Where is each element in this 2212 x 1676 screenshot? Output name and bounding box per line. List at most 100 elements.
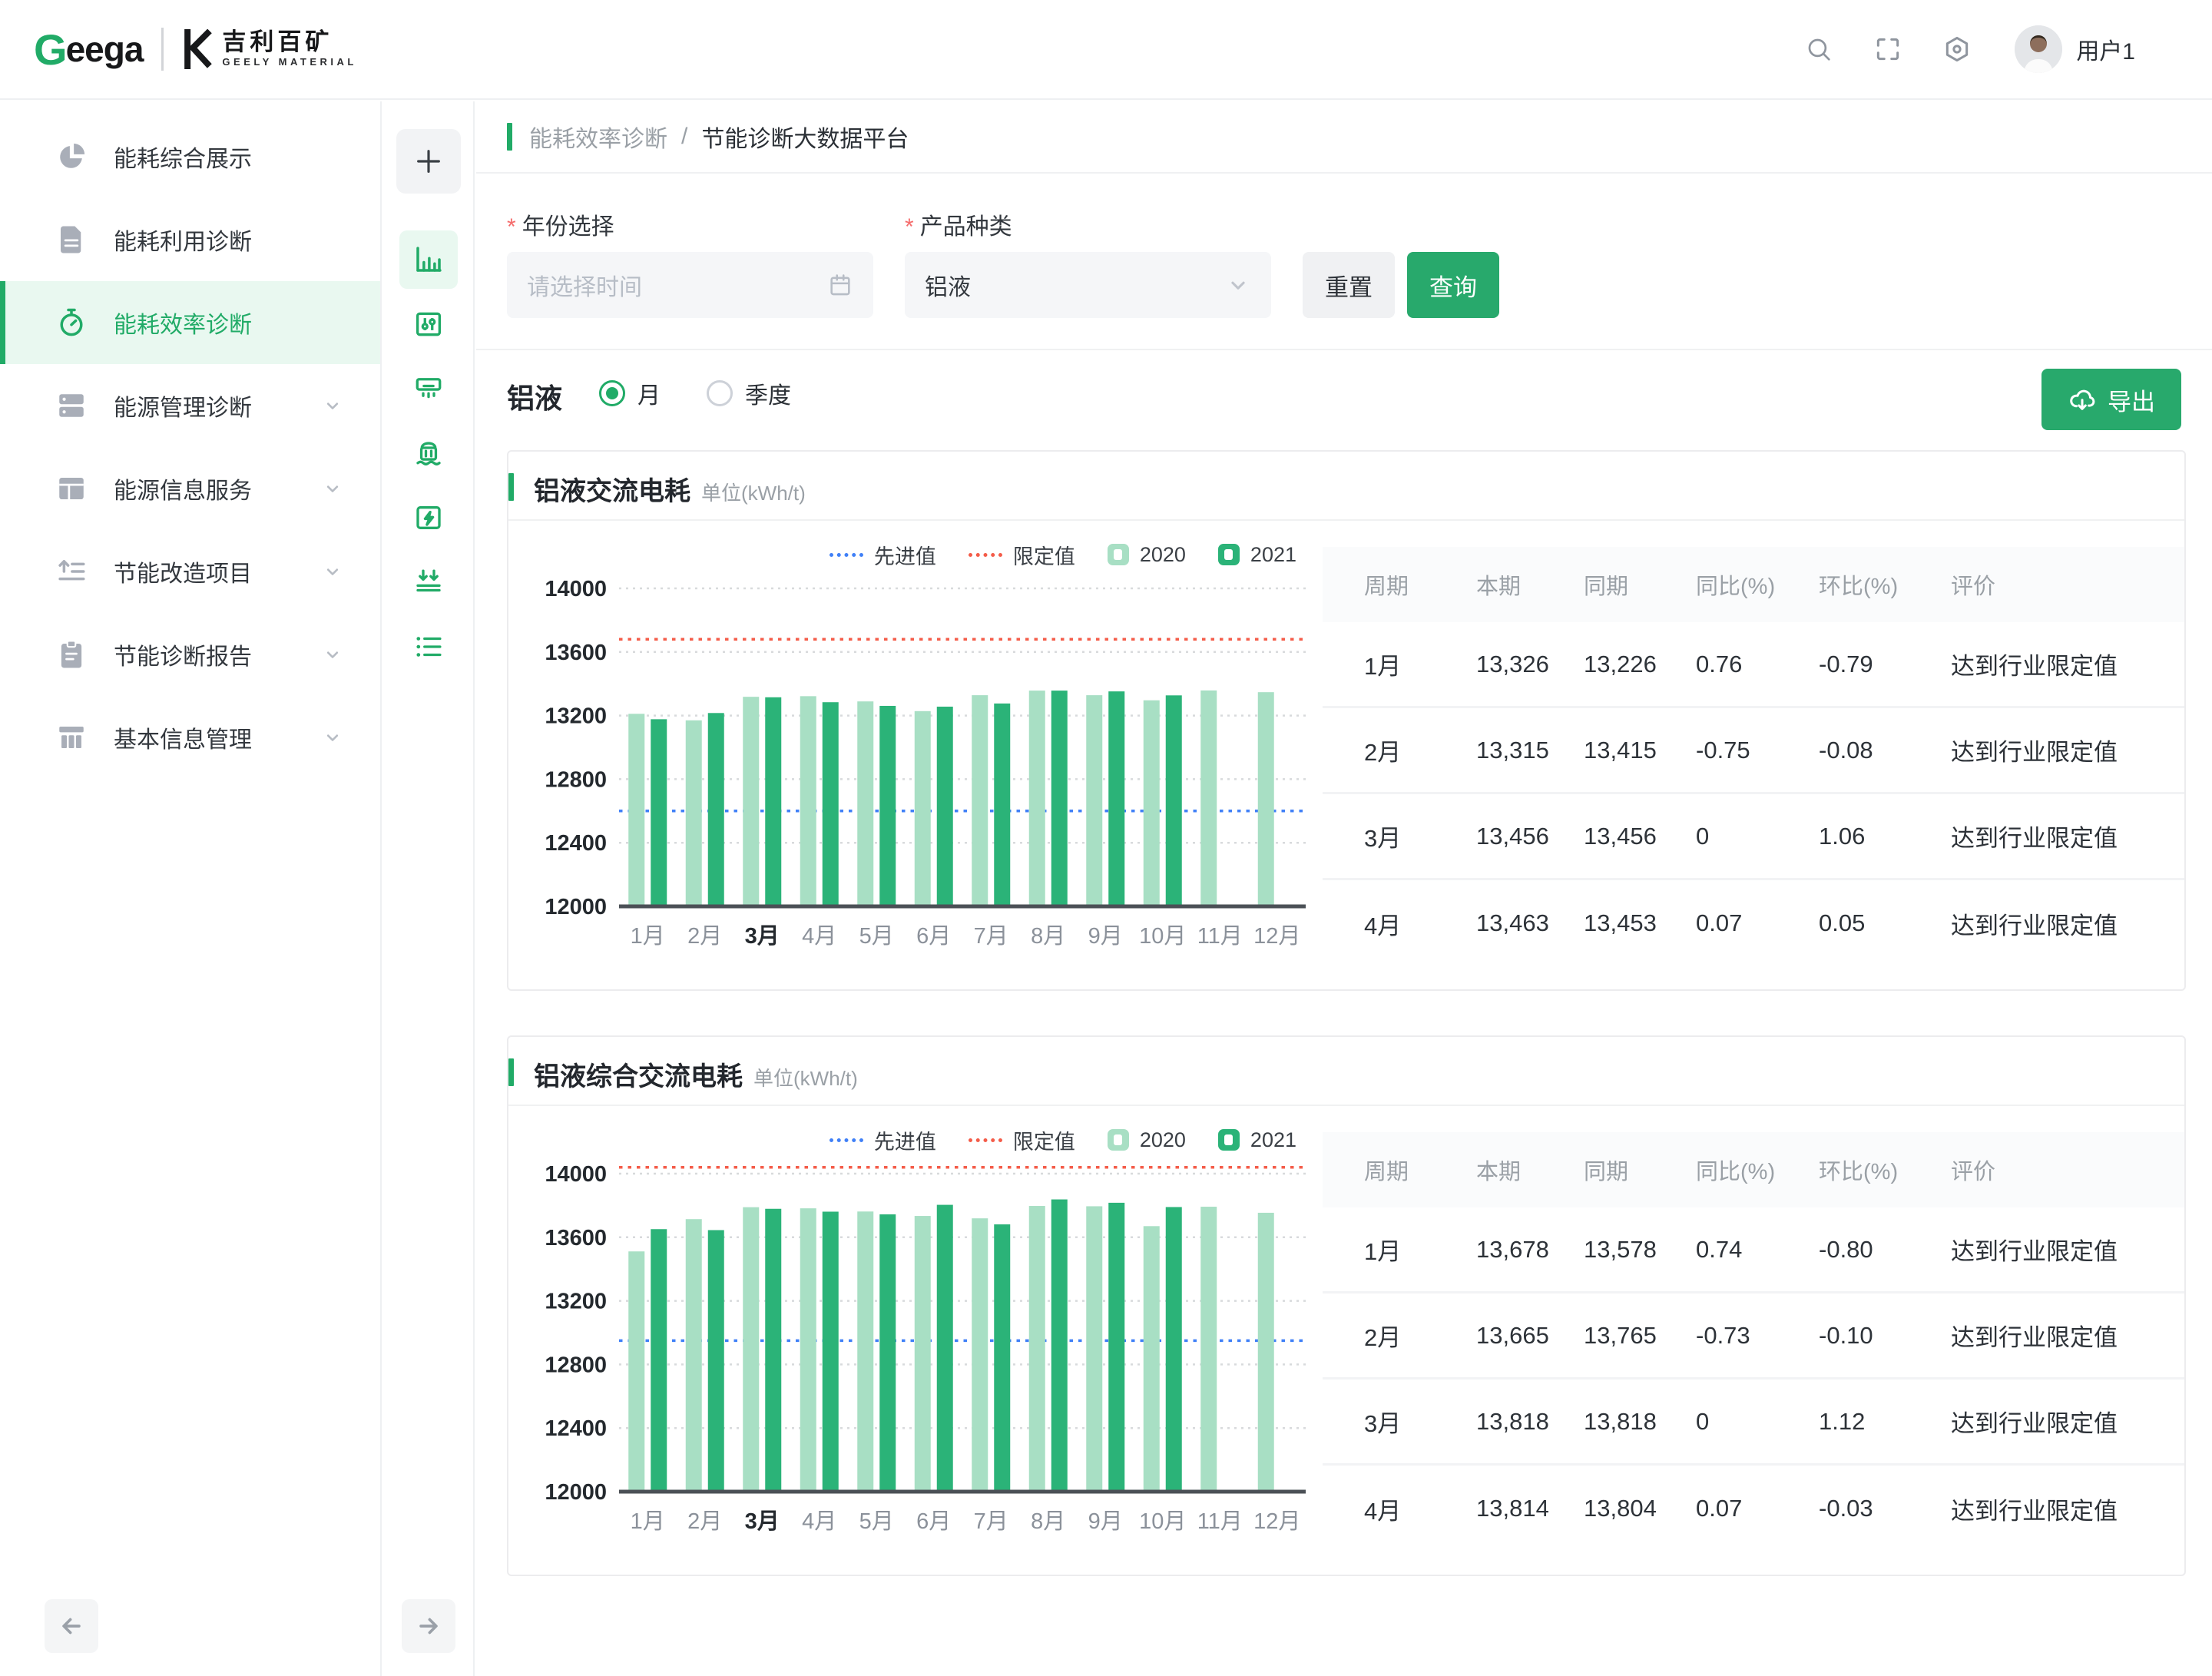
product-type-value: 铝液: [925, 268, 1225, 302]
table-header-cell: 同期: [1584, 1154, 1696, 1186]
sidebar-item-label: 能耗利用诊断: [114, 223, 380, 257]
svg-text:12月: 12月: [1253, 1509, 1300, 1534]
table-cell: 0.05: [1819, 909, 1951, 937]
svg-text:4月: 4月: [802, 1509, 836, 1534]
breadcrumb: 能耗效率诊断 / 节能诊断大数据平台: [476, 101, 2212, 174]
sidebar-item-4[interactable]: 能源管理诊断: [0, 364, 380, 447]
table-cell: 达到行业限定值: [1951, 1318, 2184, 1353]
sidebar-item-8[interactable]: 基本信息管理: [0, 696, 380, 779]
required-marker: *: [507, 214, 516, 240]
legend-item[interactable]: 2020: [1108, 543, 1186, 567]
rail-button-powerwin[interactable]: [399, 489, 458, 547]
year-select-label: *年份选择: [507, 207, 614, 241]
sidebar-item-5[interactable]: 能源信息服务: [0, 447, 380, 530]
breadcrumb-parent[interactable]: 能耗效率诊断: [529, 120, 667, 154]
legend-square-swatch: [1108, 1129, 1129, 1151]
card-title: 铝液综合交流电耗: [534, 1055, 743, 1093]
legend-item[interactable]: 2020: [1108, 1128, 1186, 1152]
table-cell: 0: [1696, 1408, 1819, 1436]
svg-text:1月: 1月: [631, 924, 665, 949]
chartbars-icon: [412, 243, 445, 276]
export-label: 导出: [2108, 383, 2155, 417]
table-cell: 达到行业限定值: [1951, 1232, 2184, 1267]
chevron-down-icon: [322, 727, 343, 748]
svg-text:12400: 12400: [545, 831, 607, 856]
sidebar-item-2[interactable]: 能耗利用诊断: [0, 198, 380, 281]
breadcrumb-accent-bar: [507, 123, 512, 151]
svg-text:8月: 8月: [1031, 1509, 1065, 1534]
table-cell: 4月: [1364, 1492, 1476, 1526]
legend-item[interactable]: 2021: [1218, 543, 1296, 567]
search-icon[interactable]: [1804, 35, 1833, 64]
table-cell: 达到行业限定值: [1951, 733, 2184, 767]
product-type-select[interactable]: 铝液: [905, 252, 1271, 318]
table-cell: 13,765: [1584, 1322, 1696, 1350]
svg-text:12000: 12000: [545, 895, 607, 919]
chart-area: 先进值限定值20202021 1200012400128001320013600…: [508, 521, 1320, 966]
rail-expand-button[interactable]: [402, 1599, 455, 1653]
radio-quarter[interactable]: 季度: [707, 376, 791, 410]
year-picker-placeholder: 请选择时间: [527, 268, 827, 302]
radio-month[interactable]: 月: [599, 376, 661, 410]
rail-button-sliders[interactable]: [399, 295, 458, 353]
add-button[interactable]: [396, 129, 461, 194]
rail-button-chartbars[interactable]: [399, 230, 458, 289]
fullscreen-icon[interactable]: [1873, 35, 1902, 64]
table-cell: 13,453: [1584, 909, 1696, 937]
radio-month-dot: [599, 380, 625, 406]
rail-button-ac[interactable]: [399, 359, 458, 418]
geega-logo-text: eega: [66, 28, 144, 70]
chevron-down-icon: [322, 644, 343, 665]
sidebar-collapse-button[interactable]: [45, 1599, 98, 1653]
table-cell: 3月: [1364, 819, 1476, 853]
sidebar-item-3[interactable]: 能耗效率诊断: [0, 281, 380, 364]
arrow-right-icon: [416, 1613, 442, 1639]
bar-chart: 1200012400128001320013600140001月2月3月4月5月…: [521, 1158, 1320, 1542]
settings-icon[interactable]: [1942, 35, 1972, 64]
legend-item[interactable]: 限定值: [969, 1125, 1075, 1155]
app-header: G eega 吉利百矿 GEELY MATERIAL 用户1: [0, 0, 2212, 100]
svg-text:3月: 3月: [745, 1509, 780, 1534]
svg-text:10月: 10月: [1139, 924, 1186, 949]
sidebar-item-6[interactable]: 节能改造项目: [0, 530, 380, 613]
data-table: 周期本期同期同比(%)环比(%)评价1月13,67813,5780.74-0.8…: [1323, 1132, 2184, 1552]
geely-material-logo: 吉利百矿 GEELY MATERIAL: [222, 29, 356, 69]
export-button[interactable]: 导出: [2041, 369, 2181, 430]
sidebar-item-1[interactable]: 能耗综合展示: [0, 115, 380, 198]
chevron-down-icon: [322, 561, 343, 582]
table-cell: 0: [1696, 823, 1819, 850]
main-sidebar: 能耗综合展示能耗利用诊断能耗效率诊断能源管理诊断能源信息服务节能改造项目节能诊断…: [0, 101, 382, 1676]
table-row: 3月13,81813,81801.12达到行业限定值: [1323, 1380, 2184, 1466]
table-cell: 13,456: [1584, 823, 1696, 850]
svg-text:10月: 10月: [1139, 1509, 1186, 1534]
sidebar-item-label: 节能改造项目: [114, 555, 322, 588]
legend-item[interactable]: 先进值: [830, 540, 936, 570]
table-row: 2月13,66513,765-0.73-0.10达到行业限定值: [1323, 1293, 2184, 1380]
table-cell: 13,818: [1584, 1408, 1696, 1436]
sidebar-item-7[interactable]: 节能诊断报告: [0, 613, 380, 696]
rail-button-basket[interactable]: [399, 424, 458, 482]
rail-button-list[interactable]: [399, 618, 458, 676]
legend-item[interactable]: 先进值: [830, 1125, 936, 1155]
table-header-cell: 周期: [1364, 1154, 1476, 1186]
reset-button[interactable]: 重置: [1303, 252, 1395, 318]
user-name[interactable]: 用户1: [2076, 32, 2135, 66]
table-row: 4月13,81413,8040.07-0.03达到行业限定值: [1323, 1466, 2184, 1552]
card-accent-bar: [508, 473, 514, 501]
svg-text:1月: 1月: [631, 1509, 665, 1534]
year-picker-input[interactable]: 请选择时间: [507, 252, 873, 318]
logo-divider: [161, 28, 164, 71]
legend-item[interactable]: 2021: [1218, 1128, 1296, 1152]
geely-material-logo-icon: [182, 29, 214, 69]
rail-button-downarrows[interactable]: [399, 553, 458, 611]
legend-item[interactable]: 限定值: [969, 540, 1075, 570]
chevron-down-icon: [322, 478, 343, 499]
period-radio-group: 月 季度: [599, 376, 837, 410]
sidebar-item-label: 能耗综合展示: [114, 140, 380, 174]
table-cell: 13,804: [1584, 1495, 1696, 1522]
table-cell: 13,578: [1584, 1236, 1696, 1264]
user-avatar[interactable]: [2015, 25, 2062, 73]
table-cell: -0.80: [1819, 1236, 1951, 1264]
query-button[interactable]: 查询: [1407, 252, 1499, 318]
svg-text:14000: 14000: [545, 577, 607, 601]
